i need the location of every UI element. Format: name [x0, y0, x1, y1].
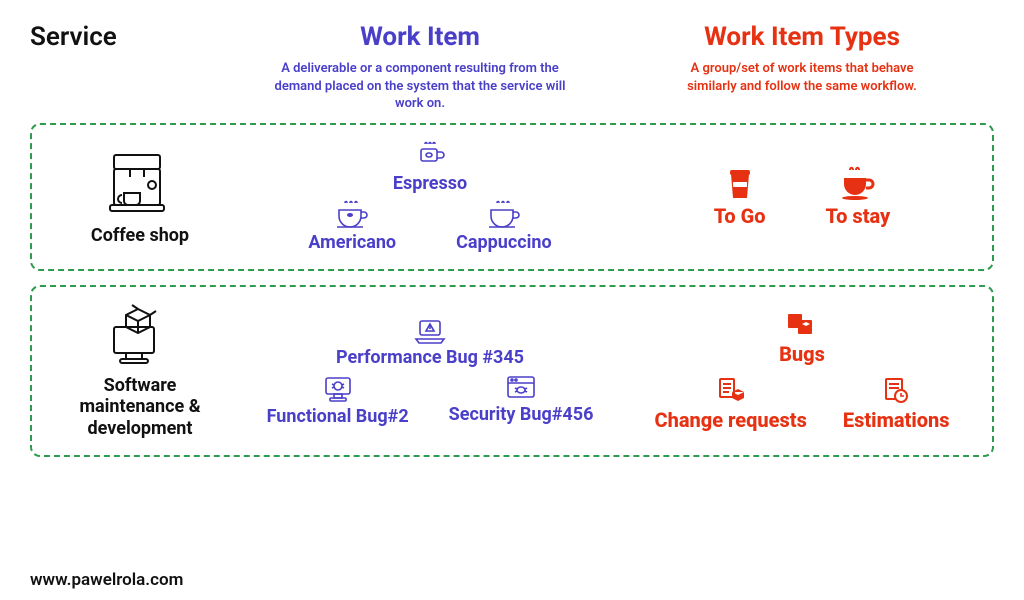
laptop-warning-icon	[414, 315, 446, 345]
workitem-perfbug: Performance Bug #345	[336, 315, 524, 368]
browser-bug-icon	[505, 374, 537, 402]
header-workitem-sub: A deliverable or a component resulting f…	[265, 60, 575, 113]
workitem-label: Americano	[308, 232, 396, 253]
type-tostay: To stay	[826, 166, 891, 228]
coffee-cup-icon	[838, 166, 878, 202]
document-clock-icon	[881, 376, 911, 406]
service-cell: Coffee shop	[40, 147, 240, 247]
monitor-bug-icon	[322, 374, 354, 404]
workitem-cell: Performance Bug #345 Functional Bug#2	[240, 315, 620, 427]
workitem-secbug: Security Bug#456	[449, 374, 594, 427]
type-changereq: Change requests	[654, 376, 806, 432]
service-label: Software maintenance & development	[55, 375, 225, 440]
types-cell: Bugs Change requests	[620, 310, 984, 432]
type-label: To Go	[714, 204, 766, 228]
computer-box-icon	[104, 303, 176, 369]
col-workitem: Work Item A deliverable or a component r…	[230, 22, 610, 113]
workitem-funcbug: Functional Bug#2	[267, 374, 409, 427]
type-label: Change requests	[654, 408, 806, 432]
type-togo: To Go	[714, 166, 766, 228]
workitem-label: Cappuccino	[456, 232, 552, 253]
service-cell: Software maintenance & development	[40, 303, 240, 440]
example-row-software: Software maintenance & development Perfo…	[30, 285, 994, 458]
espresso-cup-icon	[413, 141, 447, 171]
takeaway-cup-icon	[725, 166, 755, 202]
example-row-coffee: Coffee shop Espresso	[30, 123, 994, 271]
service-label: Coffee shop	[40, 225, 240, 247]
workitem-label: Security Bug#456	[449, 404, 594, 425]
type-label: Bugs	[779, 342, 825, 366]
footer-credit: www.pawelrola.com	[30, 570, 183, 590]
type-label: Estimations	[843, 408, 950, 432]
header-types: Work Item Types	[610, 22, 994, 52]
type-bugs: Bugs	[779, 310, 825, 366]
header-service: Service	[30, 22, 230, 52]
workitem-americano: Americano	[308, 200, 396, 253]
coffee-cup-icon	[485, 200, 523, 230]
workitem-cappuccino: Cappuccino	[456, 200, 552, 253]
col-service: Service	[30, 22, 230, 52]
workitem-label: Performance Bug #345	[336, 347, 524, 368]
workitem-label: Functional Bug#2	[267, 406, 409, 427]
document-box-icon	[714, 376, 748, 406]
header-workitem: Work Item	[230, 22, 610, 52]
workitem-espresso: Espresso	[393, 141, 467, 194]
types-cell: To Go To stay	[620, 166, 984, 228]
type-estimations: Estimations	[843, 376, 950, 432]
header-types-sub: A group/set of work items that behave si…	[672, 60, 932, 95]
type-label: To stay	[826, 204, 891, 228]
workitem-label: Espresso	[393, 173, 467, 194]
boxes-icon	[784, 310, 820, 340]
workitem-cell: Espresso Americano	[240, 141, 620, 253]
coffee-cup-icon	[333, 200, 371, 230]
col-types: Work Item Types A group/set of work item…	[610, 22, 994, 95]
coffee-machine-icon	[104, 147, 176, 219]
header-row: Service Work Item A deliverable or a com…	[30, 22, 994, 113]
